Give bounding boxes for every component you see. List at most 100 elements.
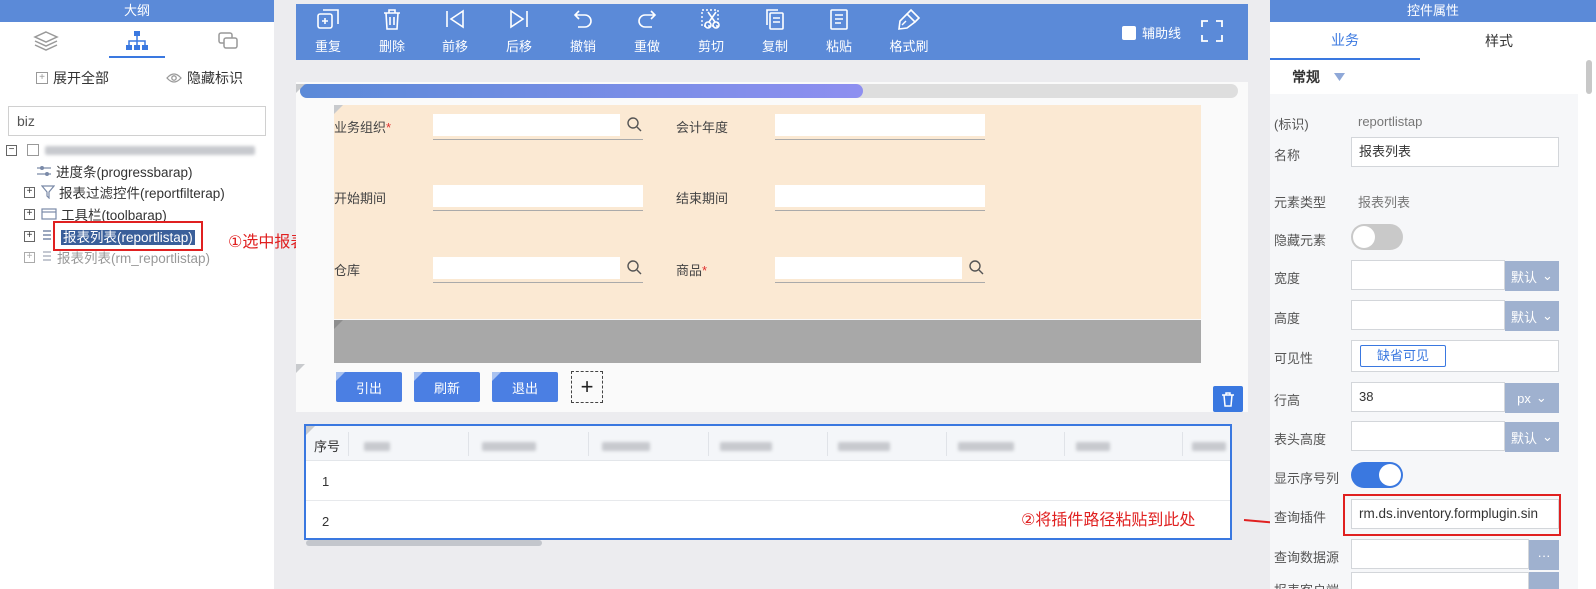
search-icon[interactable] xyxy=(626,259,642,275)
copy-button[interactable]: 复制 xyxy=(749,8,801,55)
prop-id-value: reportlistap xyxy=(1358,114,1423,129)
row-height-input[interactable]: 38 xyxy=(1351,382,1505,412)
progressbar-icon xyxy=(37,166,51,176)
redo-icon xyxy=(638,10,657,28)
column-header-blurred xyxy=(838,439,890,454)
row-height-unit-select[interactable]: px ⌄ xyxy=(1505,383,1559,413)
table-row[interactable]: 1 xyxy=(306,461,1230,501)
tree-item-reportfilter[interactable]: + 报表过滤控件(reportfilterap) xyxy=(24,182,225,202)
prop-label: 显示序号列 xyxy=(1274,471,1340,486)
prop-plugin-row: 查询插件 rm.ds.inventory.formplugin.sin xyxy=(1270,494,1596,536)
cut-button[interactable]: 剪切 xyxy=(685,8,737,55)
move-forward-button[interactable]: 前移 xyxy=(429,8,481,55)
height-unit-select[interactable]: 默认 ⌄ xyxy=(1505,301,1559,331)
header-height-input[interactable] xyxy=(1351,421,1505,451)
brush-icon xyxy=(898,8,921,30)
add-button[interactable]: + xyxy=(571,371,603,403)
undo-button[interactable]: 撤销 xyxy=(557,8,609,55)
tab-tree[interactable] xyxy=(91,24,182,58)
expand-node-icon[interactable]: + xyxy=(24,230,35,242)
tab-components[interactable] xyxy=(183,24,274,58)
tree-item-progressbar[interactable]: 进度条(progressbarap) xyxy=(36,161,193,181)
tree-item-rm-reportlist[interactable]: + 报表列表(rm_reportlistap) xyxy=(24,247,210,267)
list-icon xyxy=(43,230,51,240)
tree-item-reportlist[interactable]: + 报表列表(reportlistap) xyxy=(24,221,203,251)
outline-tabs xyxy=(0,24,274,58)
col-divider xyxy=(1182,432,1183,456)
vertical-scrollbar[interactable] xyxy=(1586,60,1592,94)
exit-button[interactable]: 退出 xyxy=(492,372,558,402)
export-button[interactable]: 引出 xyxy=(336,372,402,402)
column-header-blurred xyxy=(720,439,772,454)
progress-track xyxy=(300,84,1238,98)
tab-layers[interactable] xyxy=(0,24,91,58)
guide-checkbox[interactable] xyxy=(1122,25,1136,40)
end-period-field[interactable] xyxy=(775,183,985,211)
datasource-input[interactable] xyxy=(1351,539,1529,569)
tree-item-toolbar[interactable]: + 工具栏(toolbarap) xyxy=(24,204,167,224)
hide-element-toggle[interactable] xyxy=(1351,224,1403,250)
goods-field[interactable] xyxy=(775,255,985,283)
expand-node-icon[interactable]: + xyxy=(24,208,35,220)
start-period-field[interactable] xyxy=(433,183,643,211)
copy-icon xyxy=(766,9,784,30)
hide-marks-label: 隐藏标识 xyxy=(187,70,243,86)
refresh-button[interactable]: 刷新 xyxy=(414,372,480,402)
redo-button[interactable]: 重做 xyxy=(621,8,673,55)
warehouse-field[interactable] xyxy=(433,255,643,283)
prop-height-row: 高度 默认 ⌄ xyxy=(1270,300,1596,332)
visibility-field[interactable]: 缺省可见 xyxy=(1351,340,1559,372)
name-input[interactable]: 报表列表 xyxy=(1351,137,1559,167)
expand-all-button[interactable]: + 展开全部 xyxy=(36,68,109,88)
select-value: 默认 xyxy=(1511,430,1538,446)
search-icon[interactable] xyxy=(968,259,984,275)
copy-frames-icon xyxy=(218,32,239,49)
org-field[interactable] xyxy=(433,112,643,140)
annotation-step-2: ②将插件路径粘贴到此处 xyxy=(1021,512,1196,529)
prop-label: 名称 xyxy=(1274,148,1301,163)
column-header-blurred xyxy=(958,439,1014,454)
move-back-button[interactable]: 后移 xyxy=(493,8,545,55)
move-back-label: 后移 xyxy=(505,39,532,54)
year-field[interactable] xyxy=(775,112,985,140)
width-unit-select[interactable]: 默认 ⌄ xyxy=(1505,261,1559,291)
section-label: 常规 xyxy=(1292,69,1320,85)
col-divider xyxy=(946,432,947,456)
expand-node-icon[interactable]: + xyxy=(24,251,35,263)
outline-actions: + 展开全部 隐藏标识 xyxy=(0,68,274,90)
hide-marks-button[interactable]: 隐藏标识 xyxy=(166,68,243,88)
guide-lines-toggle[interactable]: 辅助线 xyxy=(1122,23,1181,42)
search-icon[interactable] xyxy=(626,116,642,132)
width-input[interactable] xyxy=(1351,260,1505,290)
row-number: 1 xyxy=(322,474,330,489)
query-plugin-input[interactable]: rm.ds.inventory.formplugin.sin xyxy=(1351,499,1559,529)
outline-search-input[interactable] xyxy=(8,106,266,136)
toolbar-icon xyxy=(41,208,57,220)
header-height-unit-select[interactable]: 默认 ⌄ xyxy=(1505,422,1559,452)
format-painter-button[interactable]: 格式刷 xyxy=(879,8,939,55)
visibility-tag[interactable]: 缺省可见 xyxy=(1360,345,1446,367)
delete-element-button[interactable] xyxy=(1213,386,1243,412)
tree-root[interactable]: − xyxy=(6,140,255,160)
checkbox-icon[interactable] xyxy=(27,144,39,156)
delete-button[interactable]: 删除 xyxy=(366,8,418,55)
hierarchy-icon xyxy=(125,31,148,50)
expand-node-icon[interactable]: + xyxy=(24,186,35,198)
grid-horizontal-scrollbar[interactable] xyxy=(306,540,542,546)
paste-button[interactable]: 粘贴 xyxy=(813,8,865,55)
fullscreen-icon[interactable] xyxy=(1200,19,1224,43)
tab-business[interactable]: 业务 xyxy=(1270,22,1420,60)
paste-label: 粘贴 xyxy=(825,39,852,54)
client-picker-button[interactable] xyxy=(1529,572,1559,589)
client-input[interactable] xyxy=(1351,572,1529,589)
tree-item-label: 进度条(progressbarap) xyxy=(56,165,193,180)
collapse-icon: − xyxy=(6,144,17,156)
designer-toolbar: 重复 删除 前移 后移 撤销 重做 剪切 复制 粘贴 格式刷 辅助线 xyxy=(296,4,1248,60)
duplicate-button[interactable]: 重复 xyxy=(302,8,354,55)
section-general[interactable]: 常规 xyxy=(1270,60,1578,94)
datasource-picker-button[interactable]: ··· xyxy=(1529,540,1559,570)
tab-style[interactable]: 样式 xyxy=(1420,22,1578,60)
selected-node-box: 报表列表(reportlistap) xyxy=(53,221,203,251)
show-seq-toggle[interactable] xyxy=(1351,462,1403,488)
height-input[interactable] xyxy=(1351,300,1505,330)
